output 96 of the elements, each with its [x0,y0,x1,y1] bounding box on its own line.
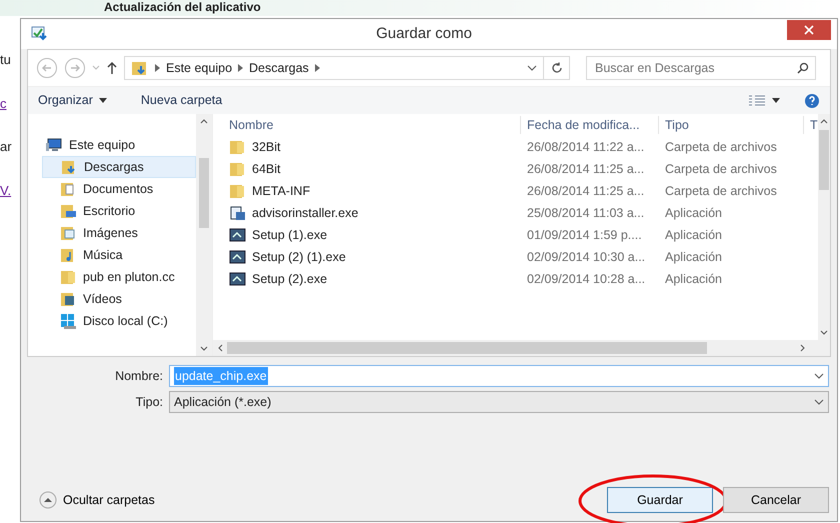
sidebar-item[interactable]: Documentos [42,178,196,200]
type-cell-text: Aplicación [664,270,723,288]
help-icon [804,92,820,108]
view-options-button[interactable] [748,94,780,106]
address-bar[interactable]: Este equipo Descargas [124,56,544,80]
forward-icon [64,57,86,79]
file-name[interactable]: 32Bit [223,138,521,156]
chevron-right-icon [238,64,244,72]
up-arrow-icon [106,61,118,75]
chevron-down-icon [814,373,824,379]
type-cell-text: Aplicación [664,248,723,266]
chevron-right-icon [155,64,160,72]
computer-icon [46,136,63,154]
date-cell-text: 25/08/2014 11:03 a... [526,204,646,222]
collapse-icon [39,491,57,509]
desktop-folder-icon [60,202,77,220]
sidebar-item[interactable]: Disco local (C:) [42,310,196,332]
breadcrumb[interactable]: Descargas [249,58,309,78]
file-name[interactable]: Setup (2).exe [223,270,521,288]
pictures-folder-icon [60,224,77,242]
caret-icon [772,98,780,103]
file-name[interactable]: META-INF [223,182,521,200]
horizontal-scrollbar[interactable] [213,340,830,356]
videos-folder-icon [60,290,77,308]
breadcrumb[interactable]: Este equipo [166,58,232,78]
scrollbar-thumb[interactable] [227,342,707,354]
column-header[interactable]: Nombre [223,116,521,134]
type-cell-text: Aplicación [664,226,723,244]
file-name[interactable]: Setup (1).exe [223,226,521,244]
application-icon [229,270,246,288]
folder-icon [229,182,246,200]
date-cell-text: 02/09/2014 10:28 a... [526,270,646,288]
hide-folders-button[interactable]: Ocultar carpetas [39,490,155,510]
application-icon [229,248,246,266]
sidebar-item[interactable]: Este equipo [42,134,196,156]
type-label: Tipo: [134,394,164,411]
scrollbar-thumb[interactable] [199,158,209,228]
sidebar-item[interactable]: Música [42,244,196,266]
file-name[interactable]: advisorinstaller.exe [223,204,521,222]
type-cell-text: Carpeta de archivos [664,138,778,156]
date-cell-text: 26/08/2014 11:25 a... [526,160,646,178]
folder-icon [229,160,246,178]
date-cell-text: 01/09/2014 1:59 p.... [526,226,643,244]
search-box[interactable]: Buscar en Descargas [586,56,816,80]
date-cell-text: 02/09/2014 10:30 a... [526,248,646,266]
page-link-fragment[interactable]: c [0,94,20,113]
date-cell-text: 26/08/2014 11:25 a... [526,182,646,200]
caret-icon [98,98,107,103]
refresh-icon [550,62,562,74]
chevron-down-icon [814,399,824,405]
close-button[interactable] [787,20,831,40]
caret-icon [92,65,100,71]
column-header[interactable]: T [804,116,818,134]
date-cell-text: 26/08/2014 11:22 a... [526,138,646,156]
chevron-right-icon [314,64,320,72]
file-name[interactable]: Setup (2) (1).exe [223,248,521,266]
installer-icon [229,204,246,222]
type-cell-text: Carpeta de archivos [664,160,778,178]
dialog-button[interactable]: Guardar [607,487,713,513]
help-button[interactable] [804,92,820,108]
search-icon [797,62,809,74]
folder-icon [60,268,77,286]
page-link-fragment[interactable]: V. [0,180,20,200]
sidebar-item[interactable]: pub en pluton.cc [42,266,196,288]
chevron-down-icon [527,65,537,71]
dialog-button[interactable]: Cancelar [723,487,829,513]
column-header[interactable]: Fecha de modifica... [521,116,659,134]
page-text-fragment: ar [0,138,13,156]
list-scrollbar[interactable] [818,114,830,340]
app-icon [31,25,49,43]
organize-menu[interactable]: Organizar [38,91,107,110]
file-type-dropdown[interactable]: Aplicación (*.exe) [169,391,829,413]
list-view-icon [748,94,766,106]
drive-icon [60,312,77,330]
type-cell-text: Carpeta de archivos [664,182,778,200]
file-name[interactable]: 64Bit [223,160,521,178]
back-icon [36,57,58,79]
sidebar-scrollbar[interactable] [196,114,212,356]
column-header[interactable]: Tipo [659,116,804,134]
folder-icon [229,138,246,156]
page-text-fragment: tu [0,51,12,69]
scrollbar-thumb[interactable] [818,130,829,190]
sidebar-item[interactable]: Vídeos [42,288,196,310]
page-heading: Actualización del aplicativo [104,0,261,14]
sidebar-item[interactable]: Escritorio [42,200,196,222]
application-icon [229,226,246,244]
folder-icon [131,60,149,76]
refresh-button[interactable] [544,56,570,80]
up-button[interactable] [106,61,118,75]
new-folder-button[interactable]: Nueva carpeta [140,91,222,110]
sidebar-item[interactable]: Descargas [42,156,196,178]
window-title: Guardar como [375,24,473,44]
close-icon [804,25,814,35]
name-label: Nombre: [114,368,164,385]
sidebar-item[interactable]: Imágenes [42,222,196,244]
type-cell-text: Aplicación [664,204,723,222]
